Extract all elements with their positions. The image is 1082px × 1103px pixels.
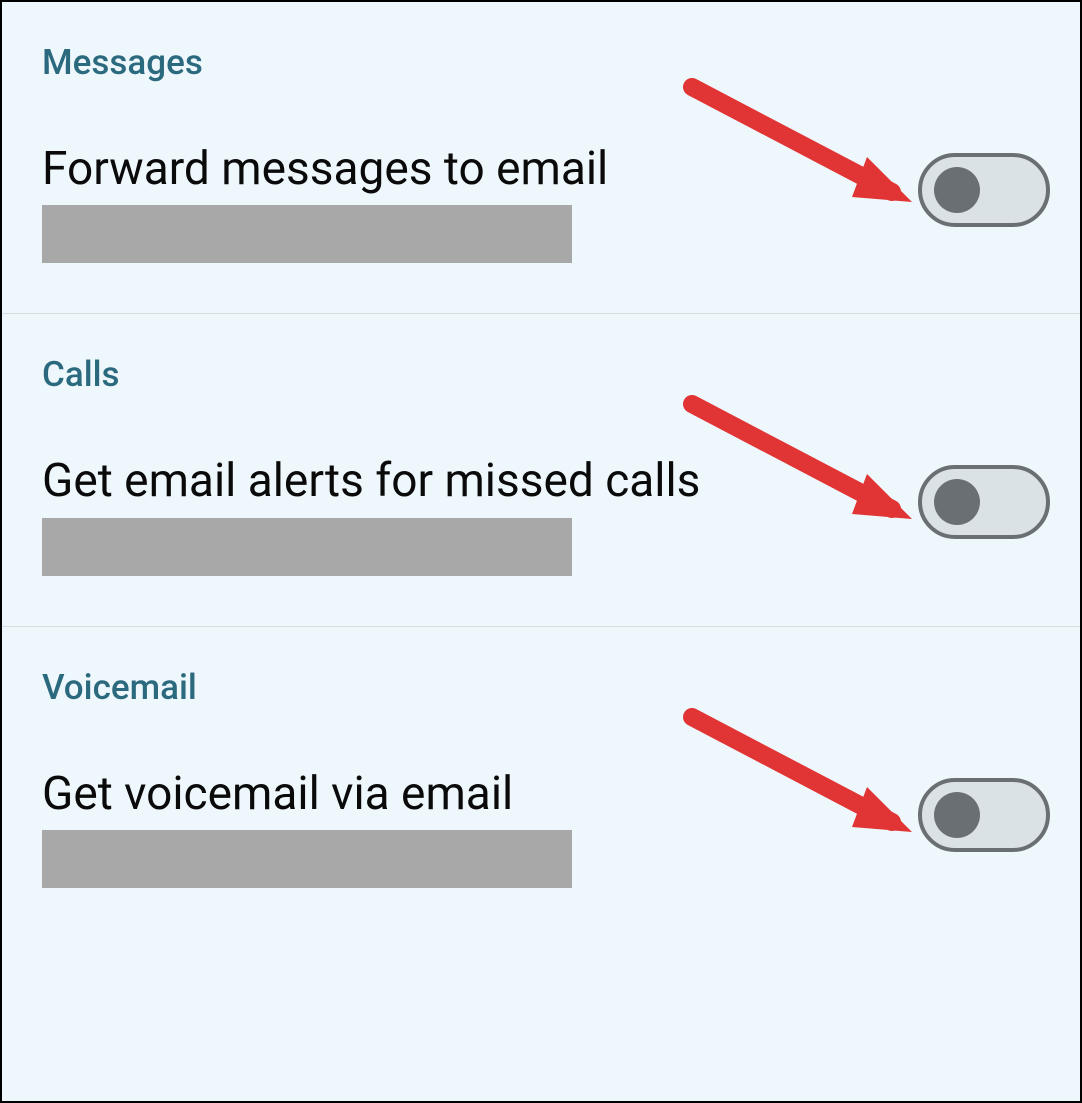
settings-panel: Messages Forward messages to email Calls… [0,0,1082,1103]
redacted-subtext [42,205,572,263]
redacted-subtext [42,830,572,888]
setting-title-email-alerts: Get email alerts for missed calls [42,457,898,505]
toggle-forward-messages[interactable] [918,153,1050,227]
setting-text: Get email alerts for missed calls [42,457,898,575]
setting-row-forward-messages: Forward messages to email [42,145,1050,263]
setting-row-voicemail-email: Get voicemail via email [42,770,1050,888]
toggle-knob [934,792,980,838]
section-voicemail: Voicemail Get voicemail via email [2,627,1080,938]
toggle-knob [934,167,980,213]
setting-row-email-alerts: Get email alerts for missed calls [42,457,1050,575]
section-calls: Calls Get email alerts for missed calls [2,314,1080,626]
section-header-messages: Messages [42,42,1050,83]
redacted-subtext [42,518,572,576]
toggle-knob [934,479,980,525]
toggle-voicemail-email[interactable] [918,778,1050,852]
setting-text: Forward messages to email [42,145,898,263]
setting-title-forward-messages: Forward messages to email [42,145,898,193]
setting-text: Get voicemail via email [42,770,898,888]
section-messages: Messages Forward messages to email [2,2,1080,314]
toggle-email-alerts[interactable] [918,465,1050,539]
setting-title-voicemail-email: Get voicemail via email [42,770,898,818]
section-header-voicemail: Voicemail [42,667,1050,708]
section-header-calls: Calls [42,354,1050,395]
